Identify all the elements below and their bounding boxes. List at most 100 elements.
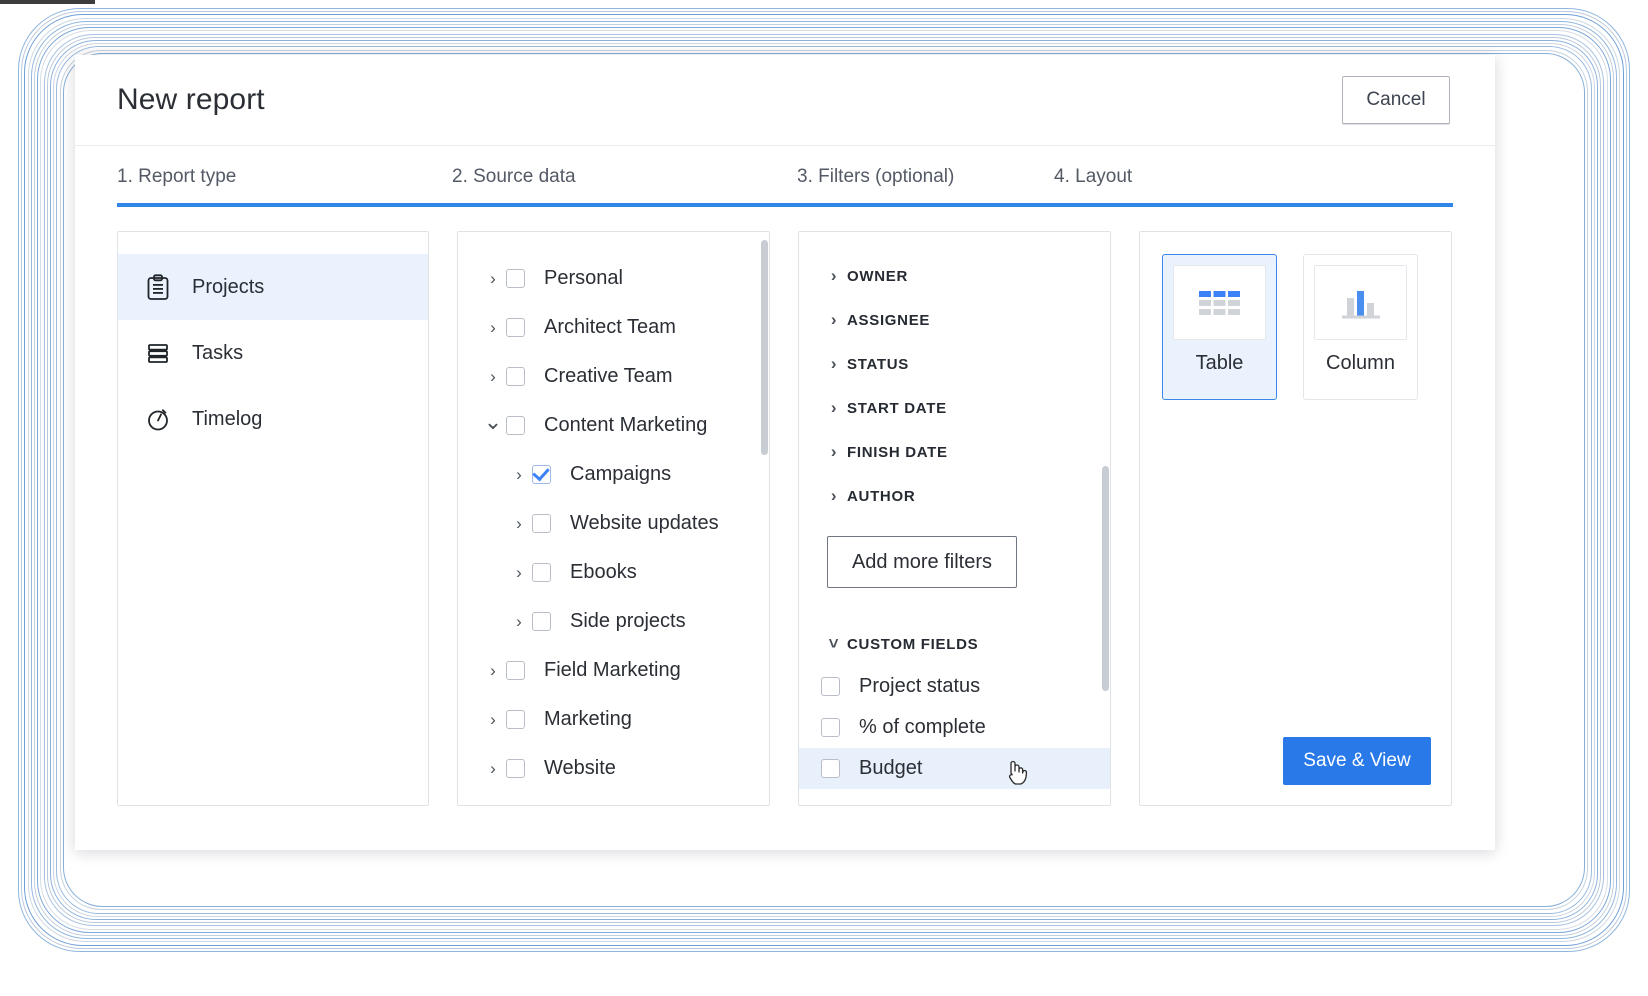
source-tree-label: Website updates xyxy=(570,512,719,534)
wizard-steps: 1. Report type 2. Source data 3. Filters… xyxy=(75,145,1495,207)
custom-field-label: % of complete xyxy=(859,716,986,738)
checkbox-unchecked[interactable] xyxy=(506,269,525,288)
add-more-filters-button[interactable]: Add more filters xyxy=(827,536,1017,588)
checkbox-unchecked[interactable] xyxy=(821,718,840,737)
chevron-right-icon[interactable]: › xyxy=(480,269,506,289)
chevron-right-icon[interactable]: › xyxy=(821,486,847,506)
filter-group-row[interactable]: › ASSIGNEE xyxy=(799,298,1110,342)
custom-field-row[interactable]: Budget xyxy=(799,748,1110,789)
stopwatch-icon xyxy=(146,406,170,433)
step-layout[interactable]: 4. Layout xyxy=(1054,166,1132,188)
filter-group-row[interactable]: › STATUS xyxy=(799,342,1110,386)
report-type-item-timelog[interactable]: Timelog xyxy=(118,386,428,452)
custom-field-row[interactable]: % of complete xyxy=(799,707,1110,748)
checkbox-unchecked[interactable] xyxy=(506,661,525,680)
source-tree-row[interactable]: › Marketing xyxy=(458,695,769,744)
layout-options: Table Column xyxy=(1140,232,1451,400)
checkbox-unchecked[interactable] xyxy=(506,416,525,435)
filter-group-label: ASSIGNEE xyxy=(847,311,931,329)
checkbox-checked[interactable] xyxy=(532,465,551,484)
report-type-item-projects[interactable]: Projects xyxy=(118,254,428,320)
layout-option-table[interactable]: Table xyxy=(1162,254,1277,400)
filter-group-row[interactable]: › AUTHOR xyxy=(799,474,1110,518)
source-data-panel: › Personal › Architect Team › Creative Team ⌄ C… xyxy=(457,231,770,806)
cancel-button[interactable]: Cancel xyxy=(1342,76,1450,124)
chevron-right-icon[interactable]: › xyxy=(821,398,847,418)
chevron-right-icon[interactable]: › xyxy=(480,367,506,387)
step-report-type[interactable]: 1. Report type xyxy=(117,166,452,188)
new-report-modal: New report Cancel 1. Report type 2. Sour… xyxy=(75,55,1495,850)
filter-group-label: AUTHOR xyxy=(847,487,916,505)
step-filters[interactable]: 3. Filters (optional) xyxy=(797,166,1054,188)
chevron-right-icon[interactable]: › xyxy=(506,514,532,534)
source-tree-row[interactable]: › Field Marketing xyxy=(458,646,769,695)
checkbox-unchecked[interactable] xyxy=(506,367,525,386)
source-tree-label: Ebooks xyxy=(570,561,637,583)
source-tree-row[interactable]: › Architect Team xyxy=(458,303,769,352)
chevron-down-icon[interactable]: ⌄ xyxy=(480,409,506,435)
layout-option-column[interactable]: Column xyxy=(1303,254,1418,400)
custom-fields-header[interactable]: ˅ CUSTOM FIELDS xyxy=(799,622,1110,666)
chevron-right-icon[interactable]: › xyxy=(506,465,532,485)
checkbox-unchecked[interactable] xyxy=(506,318,525,337)
chevron-right-icon[interactable]: › xyxy=(506,612,532,632)
source-tree-row[interactable]: › Side projects xyxy=(458,597,769,646)
chevron-right-icon[interactable]: › xyxy=(821,354,847,374)
report-type-label: Tasks xyxy=(192,341,244,364)
source-tree-row[interactable]: ›QA xyxy=(458,793,769,805)
checkbox-unchecked[interactable] xyxy=(532,514,551,533)
chevron-right-icon[interactable]: › xyxy=(480,318,506,338)
chevron-right-icon[interactable]: › xyxy=(480,710,506,730)
filter-group-label: STATUS xyxy=(847,355,909,373)
source-tree-row[interactable]: › Website updates xyxy=(458,499,769,548)
checkbox-unchecked[interactable] xyxy=(821,677,840,696)
filters-scrollbar[interactable] xyxy=(1100,232,1110,805)
modal-body: Projects Tasks Timelog › Personal › Archite… xyxy=(75,207,1495,806)
source-tree-label: Marketing xyxy=(544,708,632,730)
checkbox-unchecked[interactable] xyxy=(532,563,551,582)
source-scrollbar[interactable] xyxy=(759,232,769,805)
steps-underline xyxy=(117,203,1453,207)
custom-fields-list: Project status % of complete Budget xyxy=(799,666,1110,789)
column-chart-icon xyxy=(1339,286,1383,320)
source-tree-row[interactable]: › Campaigns xyxy=(458,450,769,499)
source-tree-label: Content Marketing xyxy=(544,414,708,436)
source-tree-row[interactable]: › Ebooks xyxy=(458,548,769,597)
layout-option-label: Column xyxy=(1326,352,1395,374)
filter-group-row[interactable]: › FINISH DATE xyxy=(799,430,1110,474)
chevron-right-icon[interactable]: › xyxy=(506,563,532,583)
custom-fields-label: CUSTOM FIELDS xyxy=(847,635,979,653)
checkbox-unchecked[interactable] xyxy=(532,612,551,631)
source-tree-label: Personal xyxy=(544,267,623,289)
report-type-label: Timelog xyxy=(192,407,263,430)
chevron-right-icon[interactable]: › xyxy=(821,310,847,330)
source-tree-row[interactable]: › Creative Team xyxy=(458,352,769,401)
filter-group-row[interactable]: › OWNER xyxy=(799,254,1110,298)
modal-header: New report Cancel xyxy=(75,55,1495,145)
source-tree-label: Architect Team xyxy=(544,316,676,338)
checkbox-unchecked[interactable] xyxy=(821,759,840,778)
column-thumb xyxy=(1314,265,1407,340)
custom-field-row[interactable]: Project status xyxy=(799,666,1110,707)
report-type-item-tasks[interactable]: Tasks xyxy=(118,320,428,386)
chevron-right-icon[interactable]: › xyxy=(821,442,847,462)
source-tree-label: Website xyxy=(544,757,616,779)
table-thumb xyxy=(1173,265,1266,340)
save-and-view-button[interactable]: Save & View xyxy=(1283,737,1431,785)
source-tree-row[interactable]: › Website xyxy=(458,744,769,793)
checkbox-unchecked[interactable] xyxy=(506,759,525,778)
report-type-label: Projects xyxy=(192,275,265,298)
filter-group-row[interactable]: › START DATE xyxy=(799,386,1110,430)
chevron-right-icon[interactable]: › xyxy=(821,266,847,286)
corner-tick-mark xyxy=(0,0,95,4)
chevron-right-icon[interactable]: › xyxy=(480,661,506,681)
chevron-right-icon[interactable]: › xyxy=(480,759,506,779)
chevron-down-icon: ˅ xyxy=(828,634,840,653)
layout-option-label: Table xyxy=(1195,352,1244,374)
table-icon xyxy=(1198,288,1242,318)
source-tree-row[interactable]: ⌄ Content Marketing xyxy=(458,401,769,450)
source-tree-row[interactable]: › Personal xyxy=(458,254,769,303)
checkbox-unchecked[interactable] xyxy=(506,710,525,729)
filter-group-label: FINISH DATE xyxy=(847,443,948,461)
step-source-data[interactable]: 2. Source data xyxy=(452,166,797,188)
